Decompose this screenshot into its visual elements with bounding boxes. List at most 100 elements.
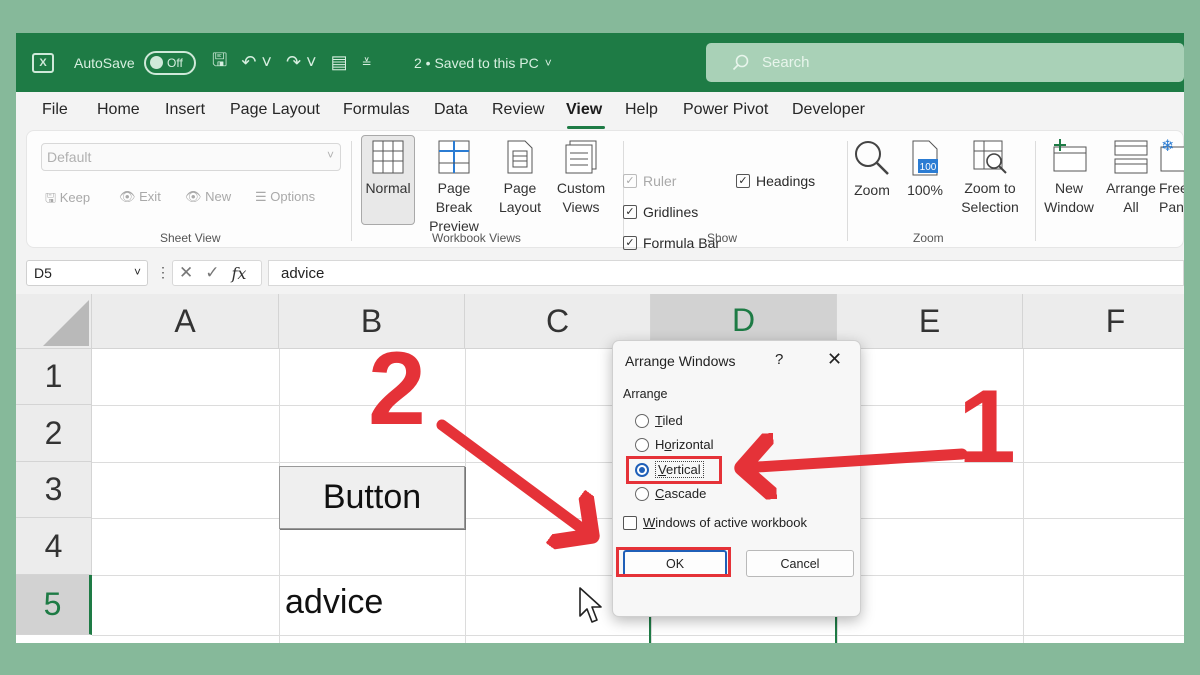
highlight-vertical-box bbox=[626, 456, 722, 484]
radio-cascade[interactable]: Cascade bbox=[635, 486, 706, 501]
svg-text:❄: ❄ bbox=[1161, 139, 1174, 155]
select-all-button[interactable] bbox=[16, 294, 92, 349]
options-icon: ☰ bbox=[255, 189, 267, 204]
arrange-windows-dialog: Arrange Windows ? ✕ Arrange Tiled Horizo… bbox=[612, 340, 861, 617]
new-window-button[interactable]: New Window bbox=[1041, 139, 1097, 217]
checkbox-box bbox=[623, 515, 637, 530]
gridlines-checkbox[interactable]: ✓ Gridlines bbox=[623, 204, 698, 220]
options-button[interactable]: ☰ Options bbox=[255, 189, 315, 205]
row-header-1[interactable]: 1 bbox=[16, 349, 92, 405]
tab-page-layout[interactable]: Page Layout bbox=[230, 101, 320, 119]
ruler-checkbox[interactable]: ✓ Ruler bbox=[623, 173, 676, 189]
cell-b5[interactable]: advice bbox=[285, 583, 383, 622]
keep-button[interactable]: 🖫 Keep bbox=[45, 189, 90, 211]
form-icon[interactable]: ▤ bbox=[331, 52, 348, 73]
undo-icon[interactable]: ↶ ˅ bbox=[241, 52, 272, 73]
insert-function-button[interactable]: fx bbox=[232, 264, 247, 283]
ruler-label: Ruler bbox=[643, 173, 677, 189]
radio-horizontal-label: Horizontal bbox=[655, 437, 714, 452]
column-header-a[interactable]: A bbox=[92, 294, 279, 349]
headings-checkbox[interactable]: ✓ Headings bbox=[736, 173, 815, 189]
ribbon-separator bbox=[623, 141, 624, 241]
freeze-label-1: Free bbox=[1159, 180, 1184, 196]
more-options-icon[interactable]: ⋮ bbox=[156, 264, 170, 281]
new-sheet-view-button[interactable]: 👁 New bbox=[185, 189, 231, 205]
checkbox-box: ✓ bbox=[623, 174, 637, 188]
dialog-title: Arrange Windows bbox=[625, 353, 736, 369]
tab-insert[interactable]: Insert bbox=[165, 101, 205, 119]
ribbon-tabs: File Home Insert Page Layout Formulas Da… bbox=[16, 92, 1184, 130]
autosave-toggle[interactable]: Off bbox=[144, 33, 196, 92]
name-box[interactable]: D5 ˅ bbox=[26, 260, 148, 286]
cancel-button[interactable]: Cancel bbox=[746, 550, 854, 577]
page-break-preview-icon bbox=[438, 140, 470, 174]
step-1-label: 1 bbox=[958, 369, 1016, 485]
show-group-title: Show bbox=[707, 231, 738, 245]
search-placeholder: Search bbox=[762, 54, 810, 71]
row-header-5[interactable]: 5 bbox=[16, 575, 92, 635]
freeze-panes-button[interactable]: ❄ Free Pane bbox=[1159, 139, 1184, 217]
radio-tiled-label: Tiled bbox=[655, 413, 683, 428]
sheet-view-select-value: Default bbox=[47, 149, 92, 165]
chevron-down-icon: ˅ bbox=[544, 55, 552, 70]
ribbon-separator bbox=[1035, 141, 1036, 241]
tab-formulas[interactable]: Formulas bbox=[343, 101, 410, 119]
file-status[interactable]: 2 • Saved to this PC ˅ bbox=[414, 33, 552, 92]
cancel-entry-icon[interactable]: ✕ bbox=[179, 263, 193, 283]
mouse-cursor-icon bbox=[579, 587, 602, 623]
row-header-4[interactable]: 4 bbox=[16, 518, 92, 575]
excel-window: X AutoSave Off 🖫 ↶ ˅ ↷ ˅ ▤ ≚ 2 • Saved t… bbox=[16, 33, 1184, 643]
enter-entry-icon[interactable]: ✓ bbox=[205, 263, 219, 283]
tab-data[interactable]: Data bbox=[434, 101, 468, 119]
ribbon-separator bbox=[351, 141, 352, 241]
tab-file[interactable]: File bbox=[42, 101, 68, 119]
page-break-preview-button[interactable]: Page Break Preview bbox=[419, 139, 489, 236]
formula-bar-checkbox[interactable]: ✓ Formula Bar bbox=[623, 235, 720, 251]
active-workbook-checkbox[interactable]: Windows of active workbook bbox=[623, 515, 807, 530]
new-window-label-1: New bbox=[1054, 180, 1083, 196]
active-tab-indicator bbox=[567, 126, 605, 129]
normal-view-label: Normal bbox=[365, 180, 411, 196]
save-icon[interactable]: 🖫 bbox=[212, 48, 227, 78]
row-header-3[interactable]: 3 bbox=[16, 462, 92, 518]
row-header-2[interactable]: 2 bbox=[16, 405, 92, 462]
zoom-label: Zoom bbox=[854, 182, 890, 198]
sheet-view-select[interactable]: Default ˅ bbox=[41, 143, 341, 171]
arrange-all-button[interactable]: Arrange All bbox=[1103, 139, 1159, 217]
normal-view-button[interactable]: Normal bbox=[361, 139, 415, 198]
radio-tiled[interactable]: Tiled bbox=[635, 413, 683, 428]
radio-horizontal[interactable]: Horizontal bbox=[635, 437, 714, 452]
sheet-form-button[interactable]: Button bbox=[279, 466, 465, 529]
ribbon-separator bbox=[847, 141, 848, 241]
tab-home[interactable]: Home bbox=[97, 101, 140, 119]
checkbox-box: ✓ bbox=[623, 205, 637, 219]
freeze-label-2: Pane bbox=[1159, 199, 1184, 215]
column-header-e[interactable]: E bbox=[837, 294, 1023, 349]
page-layout-button[interactable]: Page Layout bbox=[497, 139, 543, 217]
column-header-f[interactable]: F bbox=[1023, 294, 1184, 349]
arrange-all-label-2: All bbox=[1123, 199, 1139, 215]
exit-button[interactable]: 👁 Exit bbox=[119, 189, 161, 205]
close-button[interactable]: ✕ bbox=[827, 349, 842, 370]
redo-icon[interactable]: ↷ ˅ bbox=[286, 52, 317, 73]
formula-bar: D5 ˅ ⋮ ✕ ✓ fx advice bbox=[16, 254, 1184, 294]
page-break-label-1: Page Break bbox=[435, 180, 473, 215]
page-layout-icon bbox=[507, 140, 533, 174]
zoom-100-button[interactable]: 100 100% bbox=[905, 139, 945, 200]
custom-views-button[interactable]: Custom Views bbox=[549, 139, 613, 217]
chevron-down-icon: ˅ bbox=[326, 148, 334, 162]
zoom-group-title: Zoom bbox=[913, 231, 944, 245]
tab-help[interactable]: Help bbox=[625, 101, 658, 119]
help-button[interactable]: ? bbox=[775, 351, 783, 368]
tab-developer[interactable]: Developer bbox=[792, 101, 865, 119]
search-box[interactable]: Search bbox=[706, 43, 1184, 82]
formula-controls: ✕ ✓ fx bbox=[172, 260, 262, 286]
tab-view[interactable]: View bbox=[566, 101, 602, 119]
tab-review[interactable]: Review bbox=[492, 101, 544, 119]
formula-input[interactable]: advice bbox=[268, 260, 1184, 286]
page-layout-label-2: Layout bbox=[498, 199, 542, 215]
zoom-button[interactable]: Zoom bbox=[849, 139, 895, 200]
customize-qat-icon[interactable]: ≚ bbox=[362, 56, 372, 70]
zoom-to-selection-button[interactable]: Zoom to Selection bbox=[955, 139, 1025, 217]
tab-power-pivot[interactable]: Power Pivot bbox=[683, 101, 768, 119]
